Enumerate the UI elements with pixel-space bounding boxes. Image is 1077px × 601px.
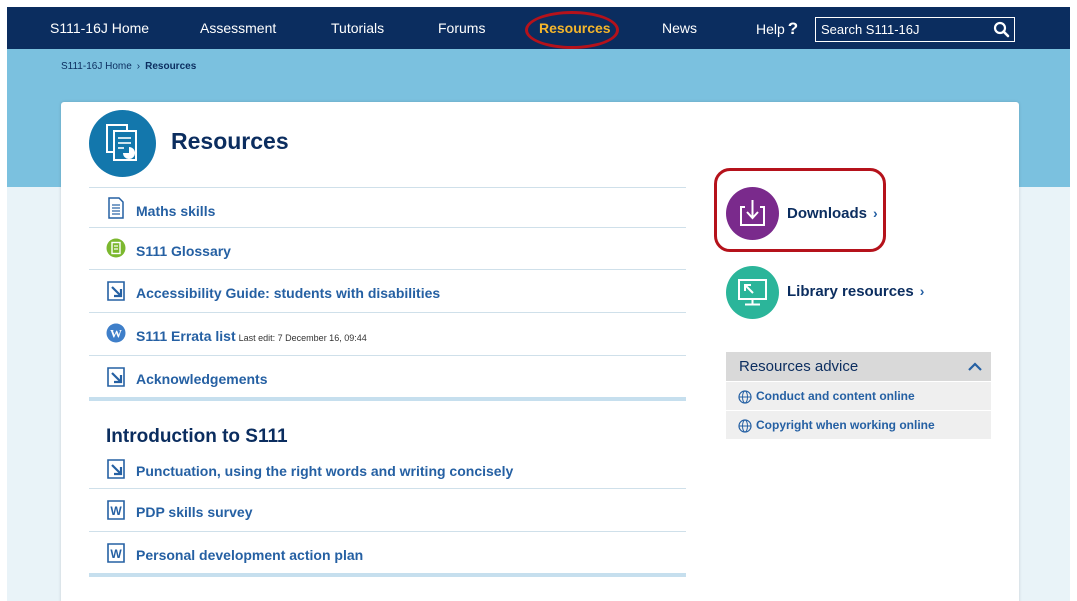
- advice-link-row[interactable]: Conduct and content online: [726, 381, 991, 410]
- svg-text:W: W: [110, 504, 122, 518]
- advice-link-row[interactable]: Copyright when working online: [726, 410, 991, 439]
- list-item-label[interactable]: Maths skills: [136, 203, 215, 219]
- nav-help-label: Help: [756, 21, 785, 37]
- browser-viewport: S111-16J Home Assessment Tutorials Forum…: [7, 7, 1070, 601]
- globe-icon: [738, 419, 752, 433]
- list-item[interactable]: Punctuation, using the right words and w…: [89, 450, 686, 488]
- nav-forums[interactable]: Forums: [438, 20, 485, 36]
- advice-header[interactable]: Resources advice: [726, 352, 991, 381]
- list-item-label[interactable]: Acknowledgements: [136, 371, 267, 387]
- nav-home[interactable]: S111-16J Home: [50, 20, 149, 36]
- nav-help[interactable]: Help?: [756, 19, 798, 39]
- word-doc-icon: W: [107, 500, 125, 520]
- list-item-label[interactable]: S111 Glossary: [136, 243, 231, 259]
- url-arrow-icon: [107, 459, 125, 479]
- section-divider: [89, 573, 686, 577]
- highlight-ring-resources: [525, 11, 619, 49]
- library-label: Library resources: [787, 283, 914, 300]
- section-title: Introduction to S111: [106, 426, 288, 447]
- wiki-icon: W: [106, 323, 126, 343]
- url-arrow-icon: [107, 367, 125, 387]
- page-title: Resources: [171, 128, 289, 154]
- list-item-label[interactable]: Punctuation, using the right words and w…: [136, 463, 513, 479]
- glossary-icon: [106, 238, 126, 258]
- document-icon: [108, 197, 124, 219]
- resources-icon: [89, 110, 156, 177]
- svg-text:W: W: [110, 547, 122, 561]
- chevron-right-icon: ›: [919, 283, 925, 299]
- word-doc-icon: W: [107, 543, 125, 563]
- breadcrumb-home[interactable]: S111-16J Home: [61, 61, 132, 72]
- search-icon[interactable]: [992, 20, 1012, 40]
- library-resources-link[interactable]: Library resources ›: [787, 283, 924, 300]
- list-item-label[interactable]: Accessibility Guide: students with disab…: [136, 285, 440, 301]
- list-item[interactable]: W Personal development action plan: [89, 531, 686, 573]
- breadcrumb-current: Resources: [145, 61, 197, 72]
- globe-icon: [738, 390, 752, 404]
- section-divider: [89, 397, 686, 401]
- last-edit-meta: Last edit: 7 December 16, 09:44: [238, 333, 367, 343]
- list-item[interactable]: Acknowledgements: [89, 355, 686, 397]
- top-navigation: S111-16J Home Assessment Tutorials Forum…: [7, 7, 1070, 49]
- resources-list: Maths skills S111 Glossary Accessibility…: [89, 187, 686, 397]
- highlight-ring-downloads: [714, 168, 886, 252]
- advice-link[interactable]: Conduct and content online: [756, 389, 915, 403]
- list-item[interactable]: S111 Glossary: [89, 227, 686, 269]
- list-item[interactable]: Accessibility Guide: students with disab…: [89, 269, 686, 312]
- list-item-label[interactable]: S111 Errata list: [136, 328, 236, 344]
- nav-news[interactable]: News: [662, 20, 697, 36]
- list-item-label[interactable]: Personal development action plan: [136, 547, 363, 563]
- chevron-up-icon[interactable]: [967, 360, 983, 372]
- resources-advice-panel: Resources advice Conduct and content onl…: [726, 352, 991, 439]
- search-box[interactable]: Search S111-16J: [815, 17, 1015, 42]
- list-item-label[interactable]: PDP skills survey: [136, 504, 252, 520]
- search-input[interactable]: Search S111-16J: [821, 22, 920, 37]
- intro-list: Punctuation, using the right words and w…: [89, 450, 686, 573]
- help-icon: ?: [787, 19, 799, 38]
- list-item[interactable]: W S111 Errata list Last edit: 7 December …: [89, 312, 686, 355]
- nav-assessment[interactable]: Assessment: [200, 20, 276, 36]
- breadcrumb-separator: ›: [136, 61, 141, 72]
- advice-link[interactable]: Copyright when working online: [756, 418, 935, 432]
- list-item-text: S111 Errata list Last edit: 7 December 16…: [136, 328, 367, 344]
- url-arrow-icon: [107, 281, 125, 301]
- list-item[interactable]: W PDP skills survey: [89, 488, 686, 531]
- advice-title: Resources advice: [739, 358, 859, 375]
- svg-text:W: W: [110, 327, 122, 341]
- breadcrumb: S111-16J Home › Resources: [61, 61, 196, 72]
- library-icon[interactable]: [726, 266, 779, 319]
- nav-tutorials[interactable]: Tutorials: [331, 20, 384, 36]
- list-item[interactable]: Maths skills: [89, 187, 686, 227]
